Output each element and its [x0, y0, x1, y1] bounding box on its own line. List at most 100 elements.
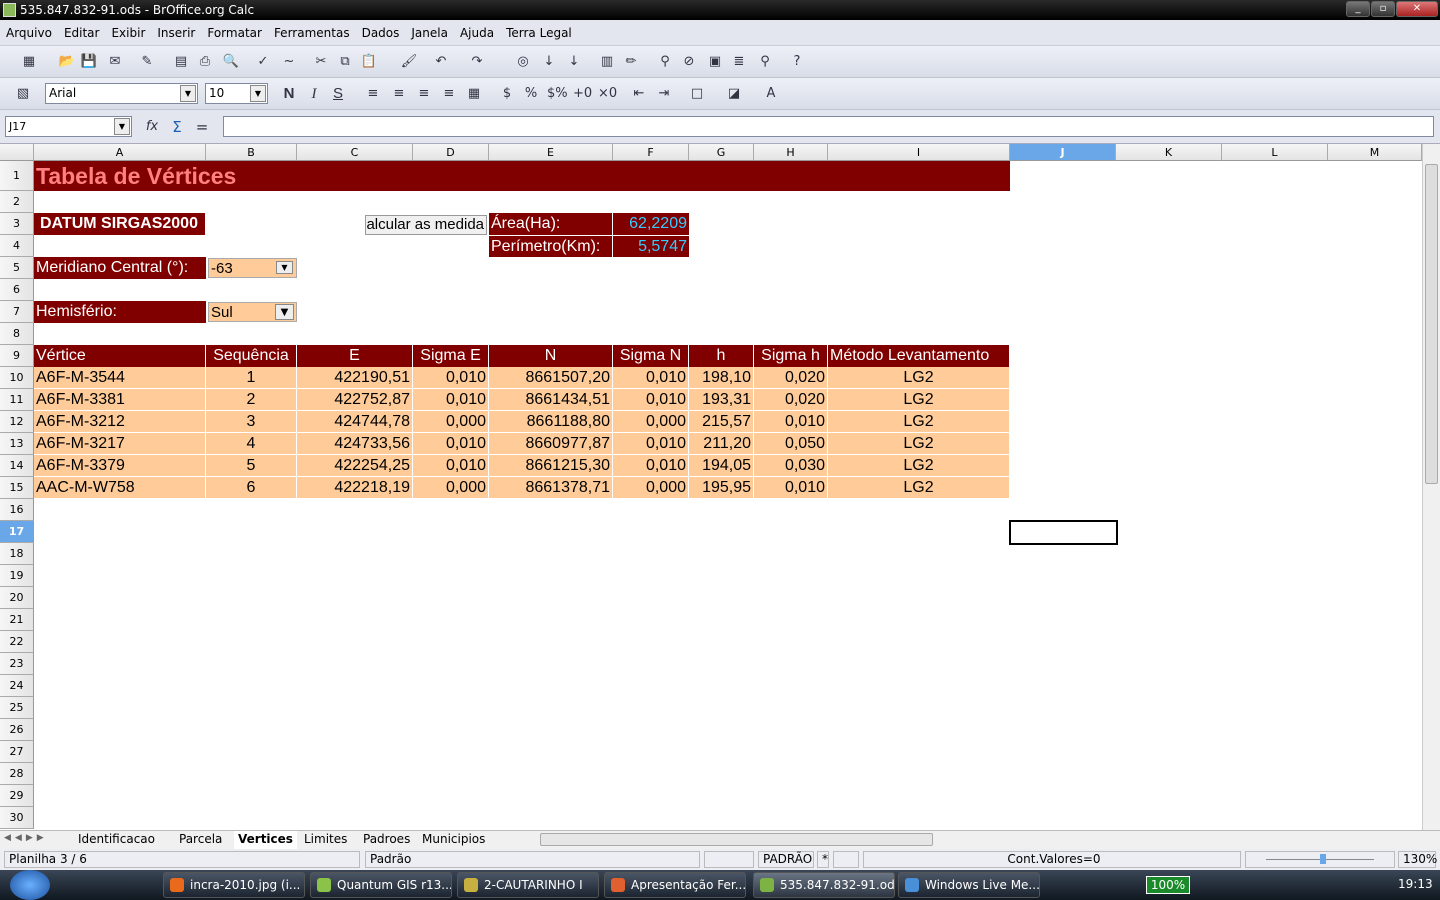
table-cell[interactable]: 0,010 [754, 477, 828, 499]
maximize-button[interactable]: ▫ [1371, 1, 1395, 17]
column-header-E[interactable]: E [489, 144, 613, 161]
chevron-down-icon[interactable]: ▼ [180, 85, 196, 102]
gallery-icon[interactable]: ▣ [706, 53, 724, 71]
font-name-combo[interactable]: Arial ▼ [45, 83, 198, 104]
percent-icon[interactable]: % [522, 85, 540, 103]
chevron-down-icon[interactable]: ▼ [250, 85, 266, 102]
table-cell[interactable]: LG2 [828, 433, 1010, 455]
table-cell[interactable]: 422190,51 [297, 367, 413, 389]
column-header-F[interactable]: F [613, 144, 689, 161]
sort-desc-icon[interactable]: ↓ [565, 53, 583, 71]
find-icon[interactable]: ⚲ [656, 53, 674, 71]
table-cell[interactable]: 195,95 [689, 477, 754, 499]
row-header-17[interactable]: 17 [0, 521, 34, 543]
taskbar-item[interactable]: Quantum GIS r13... [310, 872, 452, 898]
menu-editar[interactable]: Editar [58, 20, 106, 46]
menu-inserir[interactable]: Inserir [151, 20, 201, 46]
table-cell[interactable]: 198,10 [689, 367, 754, 389]
table-cell[interactable]: 0,010 [754, 411, 828, 433]
table-cell[interactable]: 6 [206, 477, 297, 499]
select-all-corner[interactable] [0, 144, 34, 161]
undo-icon[interactable]: ↶ [432, 53, 450, 71]
page-preview-icon[interactable]: 🔍 [222, 53, 240, 71]
row-header-22[interactable]: 22 [0, 631, 34, 653]
chevron-down-icon[interactable]: ▼ [275, 304, 294, 320]
table-cell[interactable]: LG2 [828, 389, 1010, 411]
table-cell[interactable]: 0,020 [754, 389, 828, 411]
table-cell[interactable]: LG2 [828, 367, 1010, 389]
scroll-thumb[interactable] [1425, 164, 1438, 484]
table-cell[interactable]: 8661378,71 [489, 477, 613, 499]
table-cell[interactable]: A6F-M-3381 [34, 389, 206, 411]
row-header-26[interactable]: 26 [0, 719, 34, 741]
table-cell[interactable]: 8661507,20 [489, 367, 613, 389]
draw-icon[interactable]: ✏ [622, 53, 640, 71]
tab-municipios[interactable]: Municipios [418, 831, 489, 849]
number-format-icon[interactable]: $% [547, 85, 568, 103]
table-cell[interactable]: 0,010 [413, 389, 489, 411]
row-header-2[interactable]: 2 [0, 191, 34, 213]
table-cell[interactable]: 0,010 [613, 389, 689, 411]
cut-icon[interactable]: ✂ [312, 53, 330, 71]
table-cell[interactable]: 422254,25 [297, 455, 413, 477]
edit-mode-icon[interactable]: ✎ [138, 53, 156, 71]
column-header-B[interactable]: B [206, 144, 297, 161]
copy-icon[interactable]: ⧉ [336, 53, 354, 71]
row-header-9[interactable]: 9 [0, 345, 34, 367]
row-header-13[interactable]: 13 [0, 433, 34, 455]
align-right-icon[interactable]: ≡ [415, 85, 433, 103]
email-icon[interactable]: ✉ [106, 53, 124, 71]
redo-icon[interactable]: ↷ [468, 53, 486, 71]
column-header-I[interactable]: I [828, 144, 1010, 161]
justify-icon[interactable]: ≡ [440, 85, 458, 103]
table-cell[interactable]: AAC-M-W758 [34, 477, 206, 499]
new-icon[interactable]: ▦ [20, 53, 38, 71]
row-header-27[interactable]: 27 [0, 741, 34, 763]
clone-format-icon[interactable]: 🖌 [400, 53, 418, 71]
table-cell[interactable]: 422752,87 [297, 389, 413, 411]
underline-button[interactable]: S [329, 85, 347, 103]
styles-icon[interactable]: ▧ [14, 85, 32, 103]
menu-formatar[interactable]: Formatar [201, 20, 268, 46]
page-style[interactable]: Padrão [365, 851, 700, 868]
hyperlink-icon[interactable]: ◎ [514, 53, 532, 71]
tab-navigation-arrows[interactable]: ◀◀▶▶ [4, 833, 48, 843]
table-cell[interactable]: 0,050 [754, 433, 828, 455]
table-cell[interactable]: 8661215,30 [489, 455, 613, 477]
menu-dados[interactable]: Dados [356, 20, 406, 46]
tab-padroes[interactable]: Padroes [359, 831, 414, 849]
table-cell[interactable]: 0,000 [413, 477, 489, 499]
align-left-icon[interactable]: ≡ [364, 85, 382, 103]
column-header-M[interactable]: M [1328, 144, 1422, 161]
export-pdf-icon[interactable]: ▤ [172, 53, 190, 71]
paste-icon[interactable]: 📋 [360, 53, 378, 71]
name-box[interactable]: J17 ▼ [5, 116, 132, 137]
tab-vertices[interactable]: Vertices [234, 831, 297, 849]
print-icon[interactable]: ⎙ [196, 53, 214, 71]
add-decimal-icon[interactable]: +0 [573, 85, 592, 103]
cell-cursor[interactable] [1009, 520, 1118, 545]
row-header-5[interactable]: 5 [0, 257, 34, 279]
menu-ajuda[interactable]: Ajuda [454, 20, 500, 46]
table-cell[interactable]: 0,030 [754, 455, 828, 477]
taskbar-item[interactable]: 2-CAUTARINHO I [457, 872, 599, 898]
tab-limites[interactable]: Limites [300, 831, 351, 849]
table-cell[interactable]: 0,000 [613, 411, 689, 433]
table-cell[interactable]: 193,31 [689, 389, 754, 411]
taskbar-item[interactable]: Apresentação Fer... [604, 872, 746, 898]
clock[interactable]: 19:13 [1398, 877, 1433, 891]
bold-button[interactable]: N [280, 85, 298, 103]
close-button[interactable]: ✕ [1396, 1, 1438, 17]
row-header-3[interactable]: 3 [0, 213, 34, 235]
start-button[interactable] [10, 870, 50, 900]
table-cell[interactable]: A6F-M-3379 [34, 455, 206, 477]
row-header-16[interactable]: 16 [0, 499, 34, 521]
table-cell[interactable]: 0,020 [754, 367, 828, 389]
battery-indicator[interactable]: 100% [1146, 876, 1190, 894]
table-cell[interactable]: 5 [206, 455, 297, 477]
row-header-8[interactable]: 8 [0, 323, 34, 345]
row-header-19[interactable]: 19 [0, 565, 34, 587]
decrease-indent-icon[interactable]: ⇤ [630, 85, 648, 103]
italic-button[interactable]: I [305, 85, 323, 103]
minimize-button[interactable]: _ [1346, 1, 1370, 17]
